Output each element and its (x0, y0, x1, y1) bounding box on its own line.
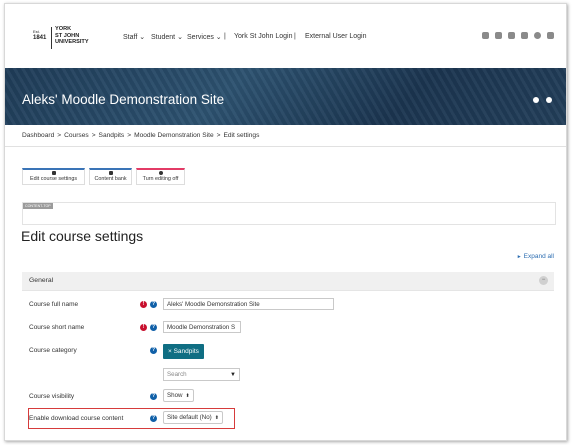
field-label: Course category (29, 347, 77, 354)
triangle-icon: ► (516, 254, 522, 260)
breadcrumb-course[interactable]: Moodle Demonstration Site (134, 132, 214, 139)
power-icon (158, 171, 163, 175)
short-name-input[interactable]: Moodle Demonstration S (163, 321, 241, 333)
top-navigation-bar: Est. 1841 YORK ST JOHN UNIVERSITY Staff … (5, 4, 566, 68)
gear-icon (51, 171, 56, 175)
nav-separator: | (294, 33, 296, 40)
logo-line-3: UNIVERSITY (55, 39, 89, 46)
help-icon[interactable]: ? (150, 347, 157, 354)
content-top-label: CONTENT-TOP (23, 203, 53, 209)
bell-icon[interactable] (482, 32, 489, 39)
logo-divider (51, 27, 52, 49)
accessibility-icon[interactable] (508, 32, 515, 39)
top-icon-group (482, 32, 554, 39)
nav-external-login[interactable]: External User Login (305, 33, 366, 40)
course-banner: Aleks' Moodle Demonstration Site (5, 68, 566, 125)
help-icon[interactable]: ? (150, 301, 157, 308)
dropdown-arrow-icon[interactable]: ▼ (230, 369, 236, 381)
tab-label: Edit course settings (29, 176, 78, 182)
tab-label: Content bank (94, 176, 127, 182)
nav-student[interactable]: Student ⌄ (151, 33, 183, 41)
field-label: Course visibility (29, 393, 75, 400)
page-title: Edit course settings (21, 228, 144, 244)
select-caret-icon: ⬍ (185, 393, 190, 399)
required-icon: ! (140, 324, 147, 331)
field-row-full-name: Course full name ! ? Aleks' Moodle Demon… (22, 295, 554, 315)
expand-all-link[interactable]: ► Expand all (517, 253, 554, 260)
tab-label: Turn editing off (142, 176, 179, 182)
category-search-input[interactable]: Search ▼ (163, 368, 240, 381)
help-icon[interactable]: ? (150, 393, 157, 400)
power-icon[interactable] (546, 97, 552, 103)
help-icon[interactable]: ? (150, 324, 157, 331)
breadcrumb-sandpits[interactable]: Sandpits (99, 132, 125, 139)
visibility-select[interactable]: Show ⬍ (163, 389, 194, 402)
tab-content-bank[interactable]: Content bank (89, 168, 132, 185)
gear-icon[interactable] (533, 97, 539, 103)
required-icon: ! (140, 301, 147, 308)
tab-turn-editing-off[interactable]: Turn editing off (136, 168, 185, 185)
section-title: General (29, 277, 54, 284)
logo-line-1: YORK (55, 26, 72, 32)
breadcrumb: Dashboard > Courses > Sandpits > Moodle Demons… (22, 132, 260, 139)
section-general-header[interactable]: General − (22, 272, 554, 291)
highlight-box (28, 408, 235, 429)
divider (5, 146, 566, 147)
full-name-input[interactable]: Aleks' Moodle Demonstration Site (163, 298, 334, 310)
field-row-short-name: Course short name ! ? Moodle Demonstrati… (22, 318, 554, 338)
search-icon[interactable] (534, 32, 541, 39)
menu-icon[interactable] (547, 32, 554, 39)
tab-edit-course-settings[interactable]: Edit course settings (22, 168, 85, 185)
site-title: Aleks' Moodle Demonstration Site (22, 92, 225, 107)
field-label: Course full name (29, 301, 79, 308)
brush-icon (108, 171, 113, 175)
breadcrumb-dashboard[interactable]: Dashboard (22, 132, 54, 139)
logo-name: YORK ST JOHN UNIVERSITY (55, 26, 89, 46)
logo-est: Est. (33, 29, 40, 34)
nav-york-login[interactable]: York St John Login (234, 33, 293, 40)
field-row-category: Course category ? (22, 341, 554, 386)
logo-year: 1841 (33, 35, 47, 41)
browser-frame: Est. 1841 YORK ST JOHN UNIVERSITY Staff … (4, 3, 567, 441)
collapse-icon[interactable]: − (539, 276, 548, 285)
breadcrumb-current: Edit settings (223, 132, 260, 139)
content-top-region: CONTENT-TOP (22, 202, 556, 225)
field-label: Course short name (29, 324, 85, 331)
chat-icon[interactable] (495, 32, 502, 39)
nav-separator: | (224, 33, 226, 40)
course-admin-tabs: Edit course settings Content bank Turn e… (22, 168, 185, 185)
breadcrumb-courses[interactable]: Courses (64, 132, 89, 139)
field-row-visibility: Course visibility ? Show ⬍ (22, 387, 554, 407)
logo-line-2: ST JOHN (55, 32, 80, 39)
nav-services[interactable]: Services ⌄ (187, 33, 222, 41)
settings-sliders-icon[interactable] (521, 32, 528, 39)
nav-staff[interactable]: Staff ⌄ (123, 33, 145, 41)
category-chip[interactable]: × Sandpits (163, 344, 204, 359)
